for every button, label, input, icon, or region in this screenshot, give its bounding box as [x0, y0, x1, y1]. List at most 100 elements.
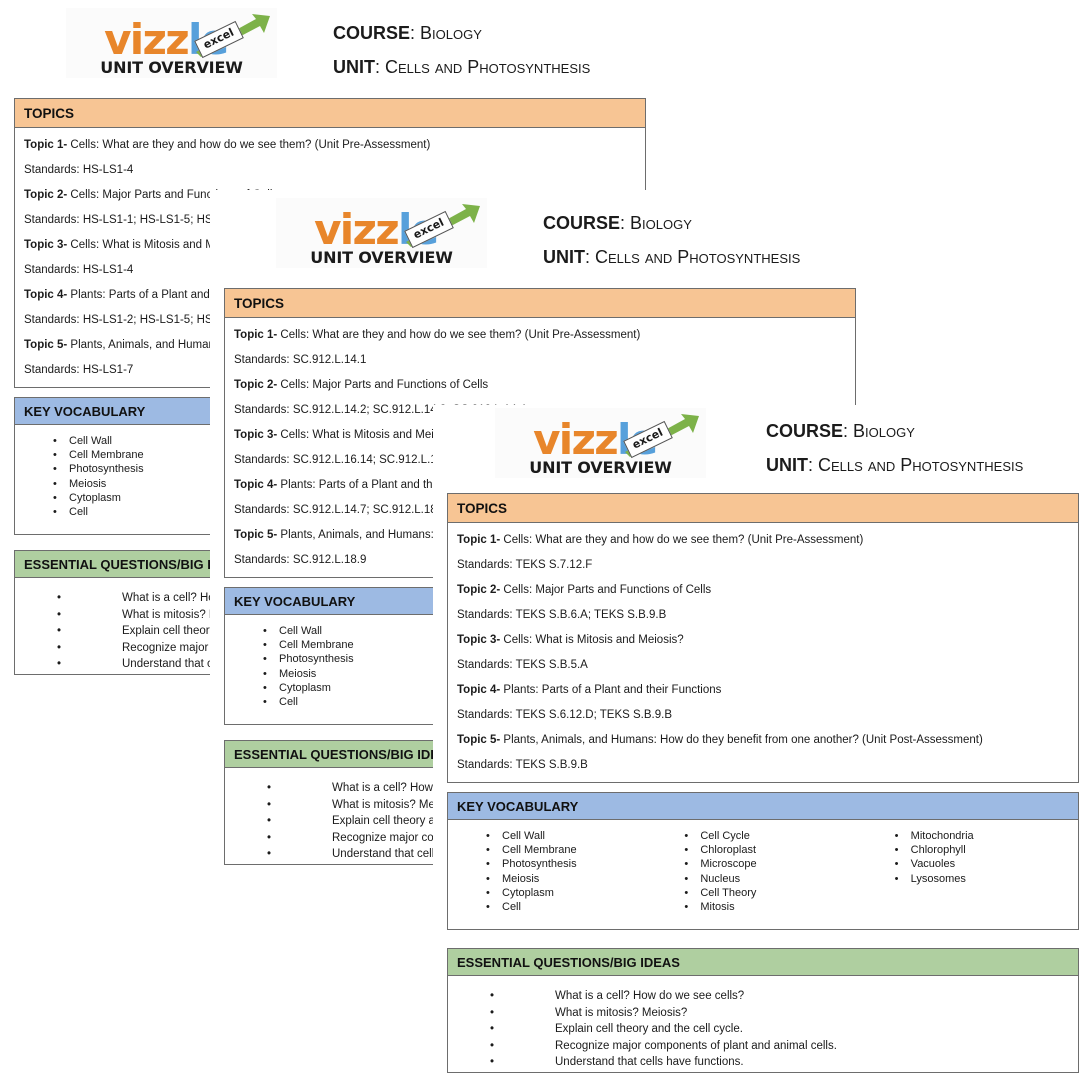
- bullet-icon: •: [684, 901, 689, 914]
- vocabulary-item: • Mitochondria: [895, 829, 1078, 843]
- topics-title: TOPICS: [24, 105, 75, 121]
- standards-text: Standards: HS-LS1-7: [24, 364, 134, 376]
- bullet-icon: •: [486, 830, 490, 842]
- bullet-icon: •: [490, 1006, 495, 1019]
- vocabulary-label: Mitosis: [700, 901, 735, 914]
- vocabulary-label: Meiosis: [69, 477, 107, 490]
- vocabulary-label: Vacuoles: [910, 858, 956, 871]
- vocabulary-label: Cell Wall: [279, 625, 322, 637]
- standards-text: Standards: HS-LS1-4: [24, 264, 134, 276]
- vocabulary-label: Lysosomes: [910, 872, 966, 885]
- bullet-icon: •: [486, 901, 490, 914]
- standards-text: Standards: SC.912.L.18.9: [234, 554, 367, 566]
- topic-text: Cells: What are they and how do we see t…: [500, 534, 864, 546]
- course-label: COURSE: [766, 421, 844, 441]
- vocabulary-label: Chloroplast: [700, 844, 756, 857]
- vocabulary-label: Cell Theory: [700, 886, 757, 899]
- vocabulary-item: • Nucleus: [684, 872, 868, 886]
- topic-row: Topic 2- Cells: Major Parts and Function…: [457, 584, 1069, 596]
- essential-question-text: Recognize major components of plant and …: [555, 1039, 837, 1052]
- vocabulary-label: Mitochondria: [910, 830, 974, 842]
- topic-label: Topic 1-: [24, 139, 68, 151]
- vocabulary-item: • Chlorophyll: [895, 843, 1078, 857]
- standards-row: Standards: SC.912.L.14.1: [234, 354, 846, 366]
- bullet-icon: •: [490, 1039, 495, 1052]
- bullet-icon: •: [57, 592, 62, 604]
- essential-questions-panel-card3: ESSENTIAL QUESTIONS/BIG IDEAS • What is a…: [447, 948, 1079, 1073]
- vocabulary-item: • Microscope: [684, 857, 868, 871]
- unit-line-card1: UNIT: Cells and Photosynthesis: [333, 57, 591, 77]
- vocabulary-item: • Cytoplasm: [53, 491, 225, 505]
- unit-label: UNIT: [543, 247, 585, 267]
- unit-value: Cells and Photosynthesis: [385, 57, 591, 77]
- bullet-icon: •: [486, 872, 490, 885]
- essential-question-item: • Understand that cells have functions.: [490, 1054, 1078, 1071]
- essential-questions-panel-header: ESSENTIAL QUESTIONS/BIG IDEAS: [448, 949, 1078, 976]
- unit-label: UNIT: [766, 455, 808, 475]
- unit-overview-card-teks: vizzle® excel UNIT OVERVIEW COURSE: Biol…: [433, 405, 1080, 1080]
- bullet-icon: •: [53, 477, 57, 490]
- vocabulary-label: Cell Membrane: [502, 844, 577, 857]
- vocabulary-item: • Meiosis: [263, 667, 435, 681]
- vizzle-logo-card1: vizzle® excel UNIT OVERVIEW: [66, 8, 277, 78]
- essential-question-text: Understand that cells have functions.: [555, 1056, 744, 1068]
- vocabulary-item: • Cell: [486, 900, 658, 914]
- bullet-icon: •: [53, 463, 57, 476]
- vocabulary-item: • Photosynthesis: [263, 652, 435, 666]
- topic-text: Plants: Parts of a Plant and their Funct…: [500, 684, 722, 696]
- vocabulary-label: Cytoplasm: [502, 886, 554, 899]
- wordmark-zz: zz: [352, 205, 400, 254]
- bullet-icon: •: [263, 639, 267, 652]
- vocabulary-column-1: • Cell Wall • Cell Membrane • Photosynthesi…: [15, 434, 225, 519]
- bullet-icon: •: [267, 848, 272, 860]
- bullet-icon: •: [267, 782, 272, 794]
- vocabulary-item: • Vacuoles: [895, 857, 1078, 871]
- standards-row: Standards: HS-LS1-4: [24, 164, 636, 176]
- topic-label: Topic 5-: [457, 734, 501, 746]
- topic-text: Cells: What are they and how do we see t…: [67, 139, 431, 151]
- vocabulary-item: • Cell Membrane: [486, 843, 658, 857]
- bullet-icon: •: [684, 858, 689, 871]
- course-label: COURSE: [333, 23, 411, 43]
- topic-label: Topic 2-: [234, 379, 278, 391]
- topic-text: Cells: What are they and how do we see t…: [277, 329, 641, 341]
- bullet-icon: •: [53, 506, 57, 519]
- bullet-icon: •: [267, 815, 272, 827]
- topics-panel-header: TOPICS: [15, 99, 645, 128]
- bullet-icon: •: [684, 830, 689, 842]
- vocabulary-label: Meiosis: [502, 872, 540, 885]
- vocabulary-label: Cell Cycle: [700, 830, 750, 842]
- essential-questions-panel-body: • What is a cell? How do we see cells? • W…: [448, 976, 1078, 1071]
- standards-text: Standards: HS-LS1-4: [24, 164, 134, 176]
- vocabulary-item: • Cell Membrane: [263, 638, 435, 652]
- bullet-icon: •: [53, 491, 57, 504]
- vocabulary-label: Cell Membrane: [69, 449, 144, 462]
- vocabulary-item: • Cell: [263, 695, 435, 709]
- topic-label: Topic 2-: [457, 584, 501, 596]
- essential-question-item: • Recognize major components of plant and…: [490, 1038, 1078, 1055]
- bullet-icon: •: [267, 831, 272, 844]
- topic-label: Topic 4-: [24, 289, 68, 301]
- topics-panel-body: Topic 1- Cells: What are they and how do…: [448, 523, 1078, 771]
- topic-text: Cells: What is Mitosis and Meiosis?: [500, 634, 684, 646]
- logo-tagline: UNIT OVERVIEW: [100, 58, 243, 77]
- topic-label: Topic 3-: [457, 634, 501, 646]
- vocabulary-label: Cell Membrane: [279, 639, 354, 652]
- bullet-icon: •: [486, 844, 490, 857]
- unit-line-card2: UNIT: Cells and Photosynthesis: [543, 247, 801, 267]
- vocabulary-label: Photosynthesis: [502, 858, 577, 871]
- standards-row: Standards: TEKS S.B.5.A: [457, 659, 1069, 671]
- topic-label: Topic 5-: [24, 339, 68, 351]
- topic-label: Topic 1-: [234, 329, 278, 341]
- bullet-icon: •: [490, 990, 495, 1002]
- wordmark-zz: zz: [571, 415, 619, 464]
- vocabulary-item: • Cytoplasm: [486, 886, 658, 900]
- bullet-icon: •: [263, 625, 267, 637]
- vocabulary-label: Cell: [69, 506, 88, 519]
- vocabulary-panel-card3: KEY VOCABULARY • Cell Wall • Cell Membrane…: [447, 792, 1079, 930]
- bullet-icon: •: [53, 435, 57, 447]
- topic-label: Topic 3-: [234, 429, 278, 441]
- topic-text: Plants, Animals, and Humans: How do they…: [500, 734, 983, 746]
- bullet-icon: •: [894, 830, 899, 842]
- vocabulary-columns: • Cell Wall • Cell Membrane • Photosynthesi…: [448, 829, 1078, 914]
